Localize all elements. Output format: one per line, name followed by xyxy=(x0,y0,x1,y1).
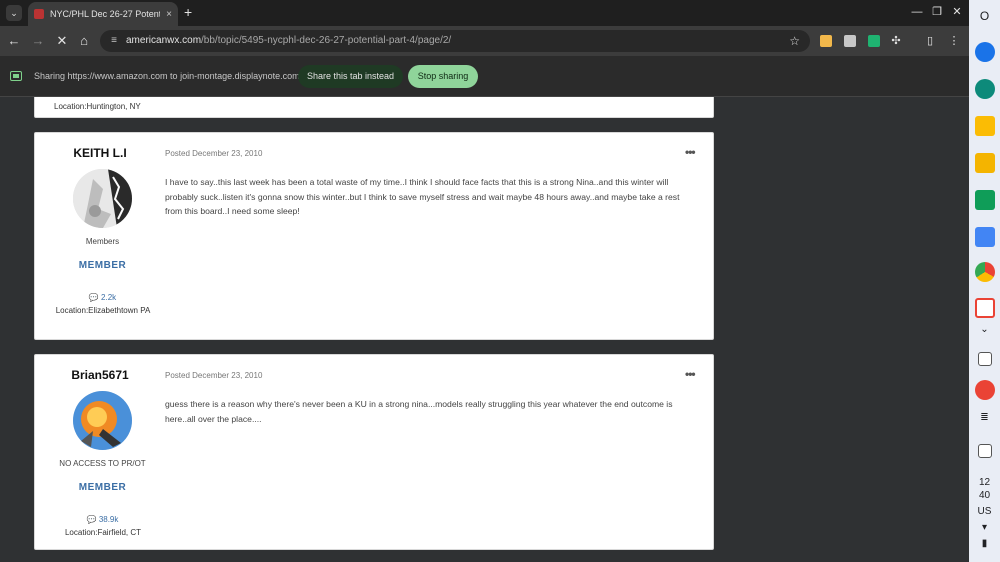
back-button[interactable]: ← xyxy=(6,33,22,49)
post-author-name[interactable]: KEITH L.I xyxy=(35,146,165,160)
extension-yellow-icon[interactable] xyxy=(820,35,832,47)
author-role: Members xyxy=(85,237,120,246)
comment-bubble-icon: 💬 xyxy=(88,293,99,302)
google-drive-icon[interactable] xyxy=(975,116,995,136)
author-rank-badge: MEMBER xyxy=(78,260,127,271)
tab-active[interactable]: NYC/PHL Dec 26-27 Potential × xyxy=(28,2,178,26)
app-window-icon[interactable] xyxy=(978,352,992,366)
site-favicon-icon xyxy=(34,9,44,19)
author-avatar[interactable] xyxy=(73,169,132,228)
forum-post: KEITH L.I Members MEMBER 💬 2.2k Location… xyxy=(34,132,714,340)
forum-post: Brian5671 NO ACCESS TO PR/OT MEMBER 💬 38… xyxy=(34,354,714,550)
battery-icon[interactable]: ▮ xyxy=(969,538,1000,549)
author-reputation: 💬 38.9k xyxy=(86,515,119,524)
google-slides-icon[interactable] xyxy=(975,153,995,173)
sharing-status-text: Sharing https://www.amazon.com to join-m… xyxy=(34,71,300,81)
system-clock[interactable]: 12 40 US xyxy=(969,476,1000,518)
app-red-icon[interactable] xyxy=(975,380,995,400)
new-tab-button[interactable]: + xyxy=(184,4,192,20)
author-avatar[interactable] xyxy=(73,391,132,450)
page-viewport: Location:Huntington, NY KEITH L.I Member… xyxy=(0,97,969,562)
post-author-name[interactable]: Brian5671 xyxy=(35,368,165,382)
author-rank-badge: MEMBER xyxy=(78,482,127,493)
tab-strip: ⌄ NYC/PHL Dec 26-27 Potential × + — ❐ ✕ xyxy=(0,0,969,26)
calendar-icon[interactable] xyxy=(978,444,992,458)
shelf-expand-chevron-icon[interactable]: ⌄ xyxy=(969,324,1000,335)
screen-sharing-bar: Sharing https://www.amazon.com to join-m… xyxy=(0,56,969,97)
app-cast-icon[interactable] xyxy=(975,42,995,62)
browser-menu-icon[interactable]: ⋮ xyxy=(946,33,962,49)
google-sheets-icon[interactable] xyxy=(975,190,995,210)
extension-green-icon[interactable] xyxy=(868,35,880,47)
forward-button[interactable]: → xyxy=(30,33,46,49)
extension-gray-icon[interactable] xyxy=(844,35,856,47)
tab-close-icon[interactable]: × xyxy=(166,9,172,20)
minimize-button[interactable]: — xyxy=(910,5,924,19)
previous-post-location: Location:Huntington, NY xyxy=(54,102,141,111)
gmail-icon[interactable] xyxy=(975,298,995,318)
launcher-icon[interactable]: O xyxy=(969,9,1000,23)
url-text[interactable]: americanwx.com/bb/topic/5495-nycphl-dec-… xyxy=(126,35,451,46)
os-shelf: O ⌄ ≣ 12 40 US ▾ ▮ xyxy=(969,0,1000,562)
author-location: Location:Fairfield, CT xyxy=(64,528,142,537)
bookmark-star-icon[interactable]: ☆ xyxy=(789,34,800,48)
address-bar[interactable]: ≡ americanwx.com/bb/topic/5495-nycphl-de… xyxy=(100,30,810,52)
home-button[interactable]: ⌂ xyxy=(76,33,92,49)
post-options-icon[interactable]: ••• xyxy=(685,367,696,381)
browser-toolbar: ← → ✕ ⌂ ≡ americanwx.com/bb/topic/5495-n… xyxy=(0,26,969,56)
restore-button[interactable]: ❐ xyxy=(930,5,944,19)
post-date: Posted December 23, 2010 xyxy=(165,371,263,380)
comment-bubble-icon: 💬 xyxy=(86,515,97,524)
screen-share-icon xyxy=(10,71,22,81)
tab-search-chevron-icon[interactable]: ⌄ xyxy=(6,5,22,21)
extensions-puzzle-icon[interactable]: ✣ xyxy=(888,33,904,49)
wifi-icon[interactable]: ▾ xyxy=(969,522,1000,533)
chrome-icon[interactable] xyxy=(975,262,995,282)
stop-loading-button[interactable]: ✕ xyxy=(54,33,70,49)
author-reputation: 💬 2.2k xyxy=(88,293,117,302)
post-date: Posted December 23, 2010 xyxy=(165,149,263,158)
previous-post-card: Location:Huntington, NY xyxy=(34,97,714,118)
side-panel-icon[interactable]: ▯ xyxy=(922,33,938,49)
share-this-tab-button[interactable]: Share this tab instead xyxy=(298,65,403,88)
tab-title: NYC/PHL Dec 26-27 Potential xyxy=(50,9,161,19)
author-role: NO ACCESS TO PR/OT xyxy=(59,459,146,468)
tasks-list-icon[interactable]: ≣ xyxy=(969,412,1000,423)
close-window-button[interactable]: ✕ xyxy=(950,5,964,19)
post-body: I have to say..this last week has been a… xyxy=(165,177,680,217)
app-classroom-icon[interactable] xyxy=(975,79,995,99)
keyboard-locale: US xyxy=(977,506,992,517)
google-docs-icon[interactable] xyxy=(975,227,995,247)
author-location: Location:Elizabethtown PA xyxy=(55,306,151,315)
stop-sharing-button[interactable]: Stop sharing xyxy=(408,65,478,88)
post-options-icon[interactable]: ••• xyxy=(685,145,696,159)
post-body: guess there is a reason why there's neve… xyxy=(165,399,673,424)
site-info-icon[interactable]: ≡ xyxy=(108,35,120,47)
